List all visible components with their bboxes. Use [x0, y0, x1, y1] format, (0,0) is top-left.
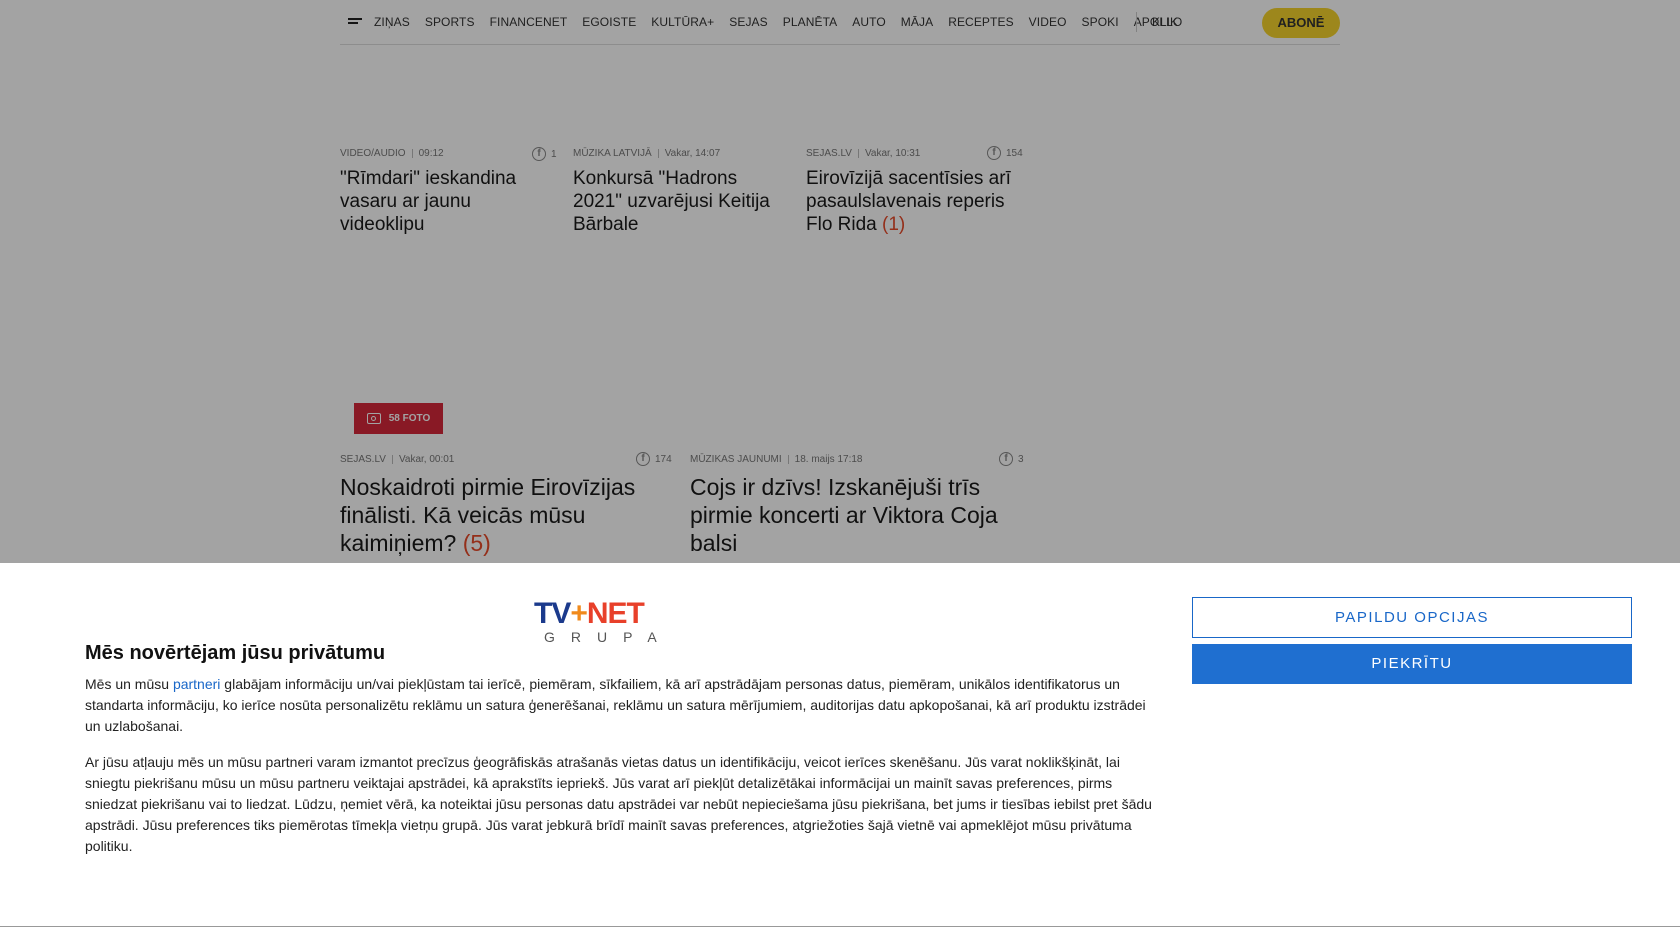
- tvnet-grupa-logo: TV+NET GRUPA: [534, 597, 673, 646]
- consent-title: Mēs novērtējam jūsu privātumu: [85, 642, 386, 664]
- consent-paragraph-1: Mēs un mūsu partneri glabājam informācij…: [85, 676, 1146, 734]
- more-options-button[interactable]: PAPILDU OPCIJAS: [1192, 597, 1632, 638]
- agree-button[interactable]: PIEKRĪTU: [1192, 644, 1632, 684]
- consent-paragraph-2: Ar jūsu atļauju mēs un mūsu partneri var…: [85, 754, 1152, 854]
- modal-backdrop: [0, 0, 1680, 563]
- partners-link[interactable]: partneri: [173, 676, 220, 692]
- cookie-consent-banner: TV+NET GRUPA Mēs novērtējam jūsu privātu…: [0, 563, 1680, 927]
